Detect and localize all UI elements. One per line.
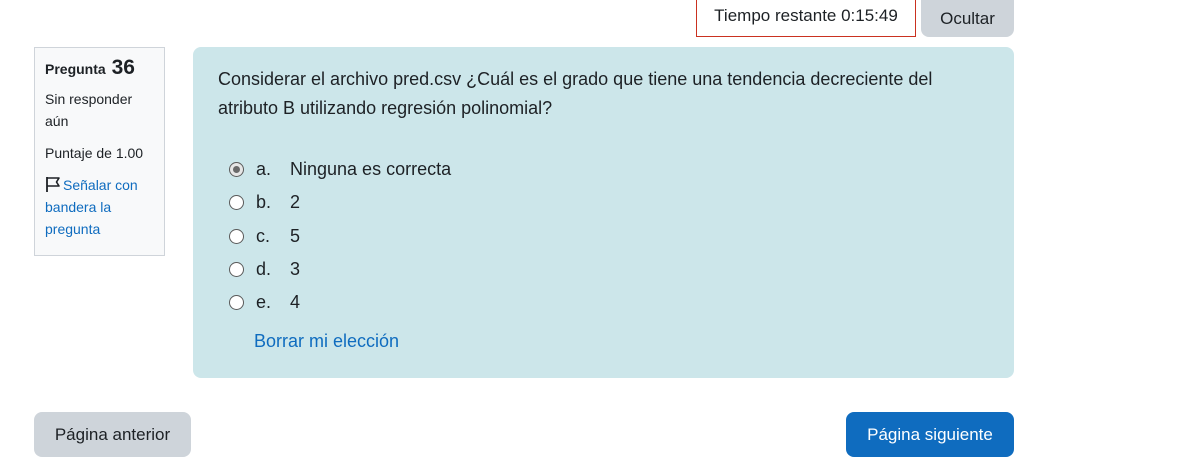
answer-option-e[interactable]: e. 4 <box>218 286 989 319</box>
time-remaining: Tiempo restante 0:15:49 <box>696 0 916 37</box>
question-state: Sin responder aún <box>45 91 133 129</box>
answer-letter: e. <box>256 292 272 313</box>
question-text: Considerar el archivo pred.csv ¿Cuál es … <box>218 69 933 118</box>
question-content: Considerar el archivo pred.csv ¿Cuál es … <box>193 47 1014 378</box>
question-number-value: 36 <box>111 56 135 79</box>
flag-icon <box>46 177 60 192</box>
previous-page-button[interactable]: Página anterior <box>34 412 191 457</box>
answer-options: a. Ninguna es correcta b. 2 c. 5 d. 3 e.… <box>218 153 989 319</box>
answer-text: 2 <box>290 192 301 213</box>
time-remaining-label: Tiempo restante 0:15:49 <box>714 5 898 25</box>
radio-button-d[interactable] <box>229 262 244 278</box>
answer-option-c[interactable]: c. 5 <box>218 220 989 253</box>
radio-button-a[interactable] <box>229 162 244 178</box>
answer-letter: c. <box>256 225 271 246</box>
radio-button-b[interactable] <box>229 195 244 211</box>
question-label: Pregunta <box>45 61 106 77</box>
hide-timer-button[interactable]: Ocultar <box>921 0 1014 37</box>
clear-choice-link[interactable]: Borrar mi elección <box>254 331 399 352</box>
question-grade: Puntaje de 1.00 <box>45 145 144 161</box>
flag-question-link[interactable]: Señalar con bandera la pregunta <box>45 174 154 240</box>
answer-letter: a. <box>256 159 272 180</box>
answer-letter: d. <box>256 259 272 280</box>
answer-option-d[interactable]: d. 3 <box>218 253 989 286</box>
answer-text: 4 <box>290 292 301 313</box>
answer-text: 5 <box>290 225 301 246</box>
radio-button-e[interactable] <box>229 295 244 311</box>
radio-button-c[interactable] <box>229 228 244 244</box>
answer-letter: b. <box>256 192 272 213</box>
answer-text: 3 <box>290 259 301 280</box>
answer-option-b[interactable]: b. 2 <box>218 186 989 219</box>
answer-text: Ninguna es correcta <box>290 159 452 180</box>
question-number: Pregunta 36 <box>45 57 154 80</box>
next-page-button[interactable]: Página siguiente <box>846 412 1014 457</box>
answer-option-a[interactable]: a. Ninguna es correcta <box>218 153 989 186</box>
question-info: Pregunta 36 Sin responder aún Puntaje de… <box>34 47 165 256</box>
